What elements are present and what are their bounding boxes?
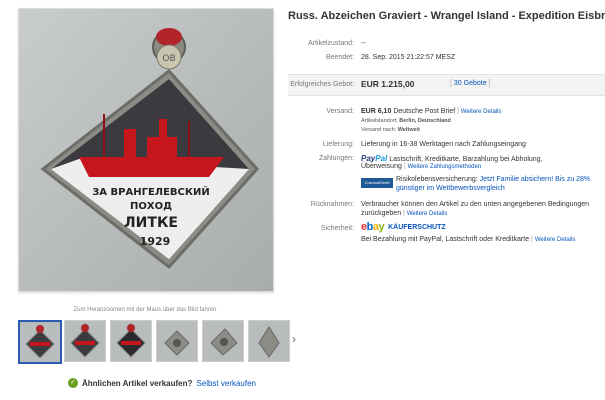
badge-line4: 1929 [140, 235, 171, 248]
delivery-value: Lieferung in 16-38 Werktagen nach Zahlun… [361, 141, 526, 148]
thumbnail-strip: › [18, 320, 296, 364]
paypal-logo-icon: PayPal [361, 154, 387, 163]
item-title: Russ. Abzeichen Graviert - Wrangel Islan… [288, 10, 605, 22]
insurance-link-2[interactable]: günstiger im Wettbewerbsvergleich [396, 185, 505, 192]
insurance-logo-icon: CosmosDirekt [361, 178, 393, 188]
payment-label: Zahlungen: [318, 155, 354, 162]
thumbnail-3[interactable] [110, 320, 152, 362]
separator: | [403, 163, 406, 170]
zoom-hint: Zum Heranzoomen mit der Maus über das Bi… [73, 307, 217, 313]
shipping-label: Versand: [326, 108, 354, 115]
security-value: Bei Bezahlung mit PayPal, Lastschrift od… [361, 236, 530, 243]
badge-line1: ЗА ВРАНГЕЛЕВСКИЙ [92, 185, 210, 198]
returns-label: Rücknahmen: [310, 201, 354, 208]
payment-row2: Überweisung | Weitere Zahlungsmethoden [361, 163, 481, 170]
ended-value: 28. Sep. 2015 21:22:57 MESZ [361, 54, 456, 61]
badge-line2: ПОХОД [130, 201, 172, 212]
separator: | [457, 108, 459, 115]
check-icon: ✓ [68, 378, 78, 388]
security-details-link[interactable]: Weitere Details [535, 237, 576, 243]
kauferschutz-row: ebay KÄUFERSCHUTZ [361, 221, 446, 233]
condition-value: -- [361, 40, 366, 47]
payment-value2: Überweisung [361, 163, 402, 170]
thumbnail-1[interactable] [18, 320, 62, 364]
returns-row2: zurückgeben | Weitere Details [361, 210, 447, 217]
thumbnail-6[interactable] [248, 320, 290, 362]
shipping-cost: EUR 6,10 [361, 108, 392, 115]
badge-line3: ЛИТКЕ [124, 215, 178, 231]
bid-count-link[interactable]: 30 Gebote [454, 80, 487, 87]
ship-to-label: Versand nach: [361, 127, 397, 133]
bid-price: EUR 1.215,00 [361, 79, 415, 89]
payment-more-link[interactable]: Weitere Zahlungsmethoden [408, 164, 482, 170]
kauferschutz-label: KÄUFERSCHUTZ [388, 223, 446, 231]
separator: | [531, 236, 533, 243]
main-product-image[interactable]: ОВ ЗА ВРАНГЕЛЕВСКИЙ ПОХОД ЛИТКЕ 1929 [18, 8, 274, 292]
paypal-a: Pay [361, 154, 376, 163]
thumbnail-4[interactable] [156, 320, 198, 362]
location-row: Artikelstandort: Berlin, Deutschland [361, 118, 451, 124]
returns-value2: zurückgeben [361, 210, 402, 217]
ship-to-value: Weltweit [397, 127, 420, 133]
ship-to-row: Versand nach: Weltweit [361, 127, 420, 133]
insurance-text: Risikolebensversicherung: [396, 176, 478, 183]
location-value: Berlin, Deutschland [399, 118, 451, 124]
ebay-logo-icon: ebay [361, 221, 385, 233]
security-label: Sicherheit: [320, 225, 354, 232]
shipping-method: Deutsche Post Brief [393, 108, 456, 115]
paypal-b: Pal [375, 154, 388, 163]
security-row: Bei Bezahlung mit PayPal, Lastschrift od… [361, 236, 575, 243]
thumbnail-2[interactable] [64, 320, 106, 362]
next-arrow-icon[interactable]: › [292, 332, 296, 346]
returns-details-link[interactable]: Weitere Details [407, 211, 448, 217]
bid-count-wrap: [ 30 Gebote ] [450, 80, 490, 87]
sell-question: Ähnlichen Artikel verkaufen? [82, 378, 193, 388]
separator: | [403, 210, 405, 217]
payment-row: PayPal Lastschrift, Kreditkarte, Barzahl… [361, 154, 543, 163]
sell-link[interactable]: Selbst verkaufen [196, 379, 256, 388]
payment-value: Lastschrift, Kreditkarte, Barzahlung bei… [389, 156, 543, 163]
returns-value: Verbraucher können den Artikel zu den un… [361, 201, 590, 208]
bid-label: Erfolgreiches Gebot: [290, 81, 354, 88]
insurance-link[interactable]: Jetzt Familie absichern! Bis zu 28% [480, 176, 591, 183]
svg-text:ОВ: ОВ [162, 54, 175, 64]
ended-label: Beendet: [325, 54, 354, 61]
thumbnail-5[interactable] [202, 320, 244, 362]
ebay-letter-y: y [378, 221, 385, 233]
sell-similar: ✓ Ähnlichen Artikel verkaufen? Selbst ve… [68, 378, 256, 388]
shipping-details-link[interactable]: Weitere Details [461, 109, 502, 115]
shipping-row: EUR 6,10 Deutsche Post Brief | Weitere D… [361, 108, 502, 115]
condition-label: Artikelzustand: [308, 40, 354, 47]
badge-image: ОВ ЗА ВРАНГЕЛЕВСКИЙ ПОХОД ЛИТКЕ 1929 [19, 9, 273, 291]
insurance-row: Risikolebensversicherung: Jetzt Familie … [396, 176, 590, 183]
bracket-close: ] [486, 80, 491, 87]
location-label: Artikelstandort: [361, 118, 398, 124]
delivery-label: Lieferung: [322, 141, 354, 148]
